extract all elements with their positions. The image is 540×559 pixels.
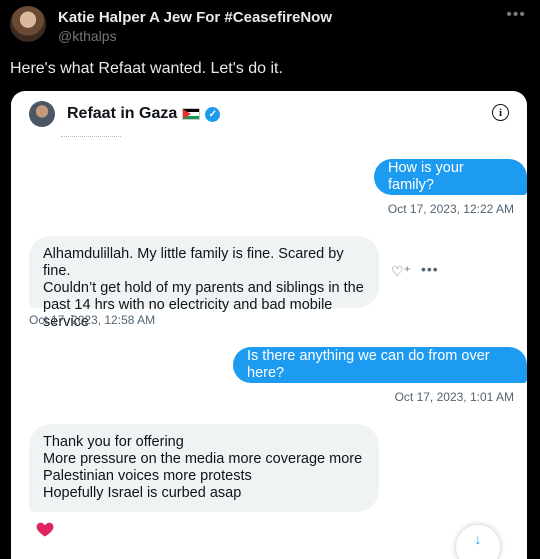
heart-icon[interactable] (35, 519, 55, 539)
message-line: More pressure on the media more coverage… (43, 451, 363, 467)
message-timestamp: Oct 17, 2023, 1:01 AM (394, 390, 514, 404)
conversation-avatar (29, 101, 55, 127)
divider (61, 136, 121, 137)
message-bubble-out: How is your family? (374, 159, 527, 195)
message-bubble-in: Thank you for offering More pressure on … (29, 424, 379, 512)
tweet-author-avatar[interactable] (10, 6, 46, 42)
ellipsis-icon[interactable]: ••• (506, 6, 526, 24)
conversation-name: Refaat in Gaza (67, 105, 178, 122)
message-line: Palestinian voices more protests (43, 468, 252, 484)
message-timestamp: Oct 17, 2023, 12:22 AM (387, 202, 514, 216)
message-bubble-in: Alhamdulillah. My little family is fine.… (29, 236, 379, 330)
add-reaction-icon[interactable]: ♡⁺ (391, 263, 411, 279)
message-line: Thank you for offering (43, 434, 184, 450)
palestine-flag-icon (182, 108, 201, 120)
info-icon: i (492, 104, 509, 121)
message-timestamp: Oct 17, 2023, 12:58 AM (29, 313, 156, 327)
message-text: How is your family? (388, 160, 464, 193)
dm-screenshot[interactable]: Refaat in Gaza ✓ i How is your family? O… (11, 91, 527, 559)
tweet-author-handle[interactable]: @kthalps (58, 28, 117, 44)
message-text: Is there anything we can do from over he… (247, 348, 490, 381)
message-line: Couldn’t get hold of my parents and sibl… (43, 280, 364, 296)
message-line: Hopefully Israel is curbed asap (43, 485, 242, 501)
message-bubble-out: Is there anything we can do from over he… (233, 347, 527, 383)
conversation-header: Refaat in Gaza ✓ (67, 105, 221, 123)
scroll-down-button[interactable]: ↓ (456, 525, 500, 559)
arrow-down-icon: ↓ (474, 531, 482, 547)
message-more-icon[interactable]: ••• (421, 261, 439, 277)
verified-badge-icon: ✓ (205, 106, 221, 122)
message-line: Alhamdulillah. My little family is fine.… (43, 246, 344, 279)
tweet-text: Here's what Refaat wanted. Let's do it. (10, 60, 283, 77)
tweet-author-name[interactable]: Katie Halper A Jew For #CeasefireNow (58, 9, 332, 26)
